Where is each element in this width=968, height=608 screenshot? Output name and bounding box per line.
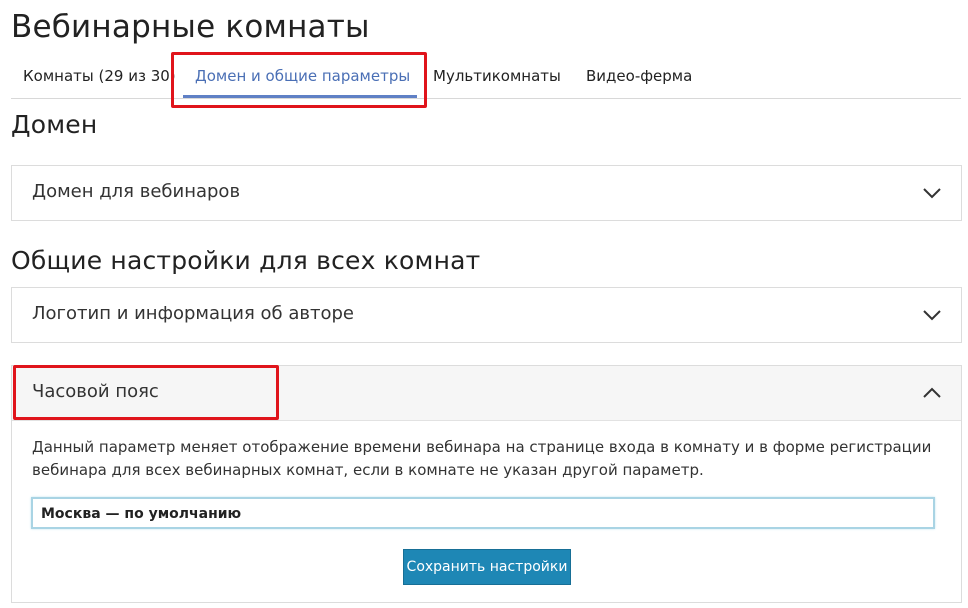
timezone-select[interactable]: Москва — по умолчанию bbox=[31, 497, 935, 529]
logo-accordion-header[interactable]: Логотип и информация об авторе bbox=[12, 288, 961, 342]
timezone-accordion: Часовой пояс Данный параметр меняет отоб… bbox=[11, 365, 962, 603]
chevron-down-icon[interactable] bbox=[921, 182, 943, 204]
logo-accordion: Логотип и информация об авторе bbox=[11, 287, 962, 343]
timezone-selected-value: Москва — по умолчанию bbox=[41, 506, 242, 522]
active-tab-indicator bbox=[183, 95, 417, 98]
timezone-accordion-title: Часовой пояс bbox=[32, 381, 159, 402]
timezone-description: Данный параметр меняет отображение време… bbox=[32, 438, 932, 479]
domain-accordion-title: Домен для вебинаров bbox=[32, 181, 241, 202]
domain-accordion: Домен для вебинаров bbox=[11, 165, 962, 221]
tab-video-farm[interactable]: Видео-ферма bbox=[586, 67, 692, 85]
chevron-down-icon[interactable] bbox=[921, 304, 943, 326]
tab-bar: Комнаты (29 из 30) Домен и общие парамет… bbox=[11, 57, 961, 99]
general-settings-heading: Общие настройки для всех комнат bbox=[11, 246, 481, 275]
tab-multirooms[interactable]: Мультикомнаты bbox=[433, 67, 561, 85]
domain-accordion-header[interactable]: Домен для вебинаров bbox=[12, 166, 961, 220]
timezone-accordion-header[interactable]: Часовой пояс bbox=[12, 366, 961, 421]
logo-accordion-title: Логотип и информация об авторе bbox=[32, 303, 354, 324]
tab-rooms[interactable]: Комнаты (29 из 30) bbox=[23, 67, 176, 85]
domain-heading: Домен bbox=[11, 110, 98, 139]
tab-domain-general[interactable]: Домен и общие параметры bbox=[195, 67, 410, 85]
chevron-up-icon[interactable] bbox=[921, 382, 943, 404]
page-title: Вебинарные комнаты bbox=[11, 9, 370, 45]
save-settings-button[interactable]: Сохранить настройки bbox=[403, 549, 571, 585]
